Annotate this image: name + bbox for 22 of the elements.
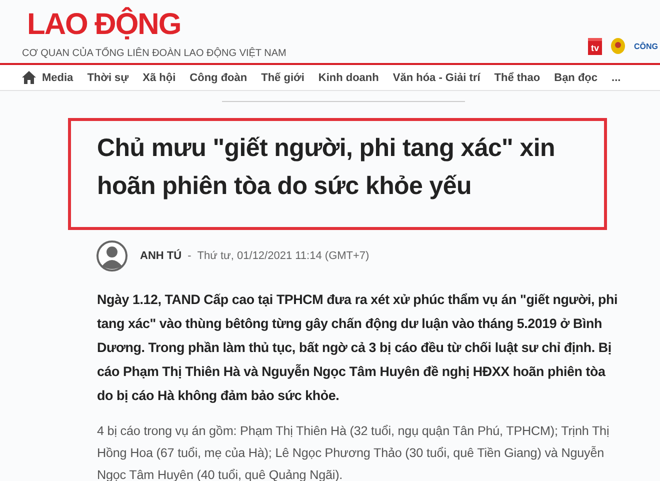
headline: Chủ mưu "giết người, phi tang xác" xin hoãn phiên tòa do sức khỏe yếu (97, 133, 556, 202)
site-logo[interactable]: LAO ĐỘNG (27, 8, 197, 42)
nav-link[interactable]: Công đoàn (190, 72, 248, 84)
tv-logo[interactable]: tv (588, 38, 602, 54)
nav-link[interactable]: ... (612, 72, 621, 84)
nav-link[interactable]: Thế giới (261, 72, 304, 84)
publish-date: Thứ tư, 01/12/2021 11:14 (GMT+7) (197, 250, 370, 262)
union-link[interactable]: CÔNG (634, 42, 658, 50)
nav-link[interactable]: Thời sự (87, 72, 129, 84)
nav-link[interactable]: Kinh doanh (318, 72, 379, 84)
author-name[interactable]: ANH TÚ (140, 250, 182, 262)
nav-link[interactable]: Bạn đọc (554, 72, 598, 84)
separator: - (188, 250, 192, 262)
emblem-icon (610, 37, 626, 55)
nav-link[interactable]: Xã hội (142, 72, 176, 84)
lead-paragraph: Ngày 1.12, TAND Cấp cao tại TPHCM đưa ra xét xử phúc thẩm vụ án "giết người, phi tang xác" vào thùng bêtông từng gây chấn động dư luận vào tháng 5.2019 ở Bình Dương. Trong phần làm thủ tục, bất ngờ cả 3 bị cáo đều từ chối luật sư chỉ định. Bị cáo Phạm Thị Thiên Hà và Nguyễn Ngọc Tâm Huyên đề nghị HĐXX hoãn phiên tòa do bị cáo Hà không đảm bảo sức khỏe. (97, 291, 619, 405)
nav-link[interactable]: Thể thao (494, 72, 540, 84)
site-tagline: CƠ QUAN CỦA TỔNG LIÊN ĐOÀN LAO ĐỘNG VIỆT NAM (22, 48, 286, 59)
nav-link[interactable]: Media (42, 72, 74, 84)
home-icon[interactable] (22, 71, 36, 84)
nav-link[interactable]: Văn hóa - Giải trí (392, 72, 480, 84)
avatar-icon (96, 240, 128, 272)
